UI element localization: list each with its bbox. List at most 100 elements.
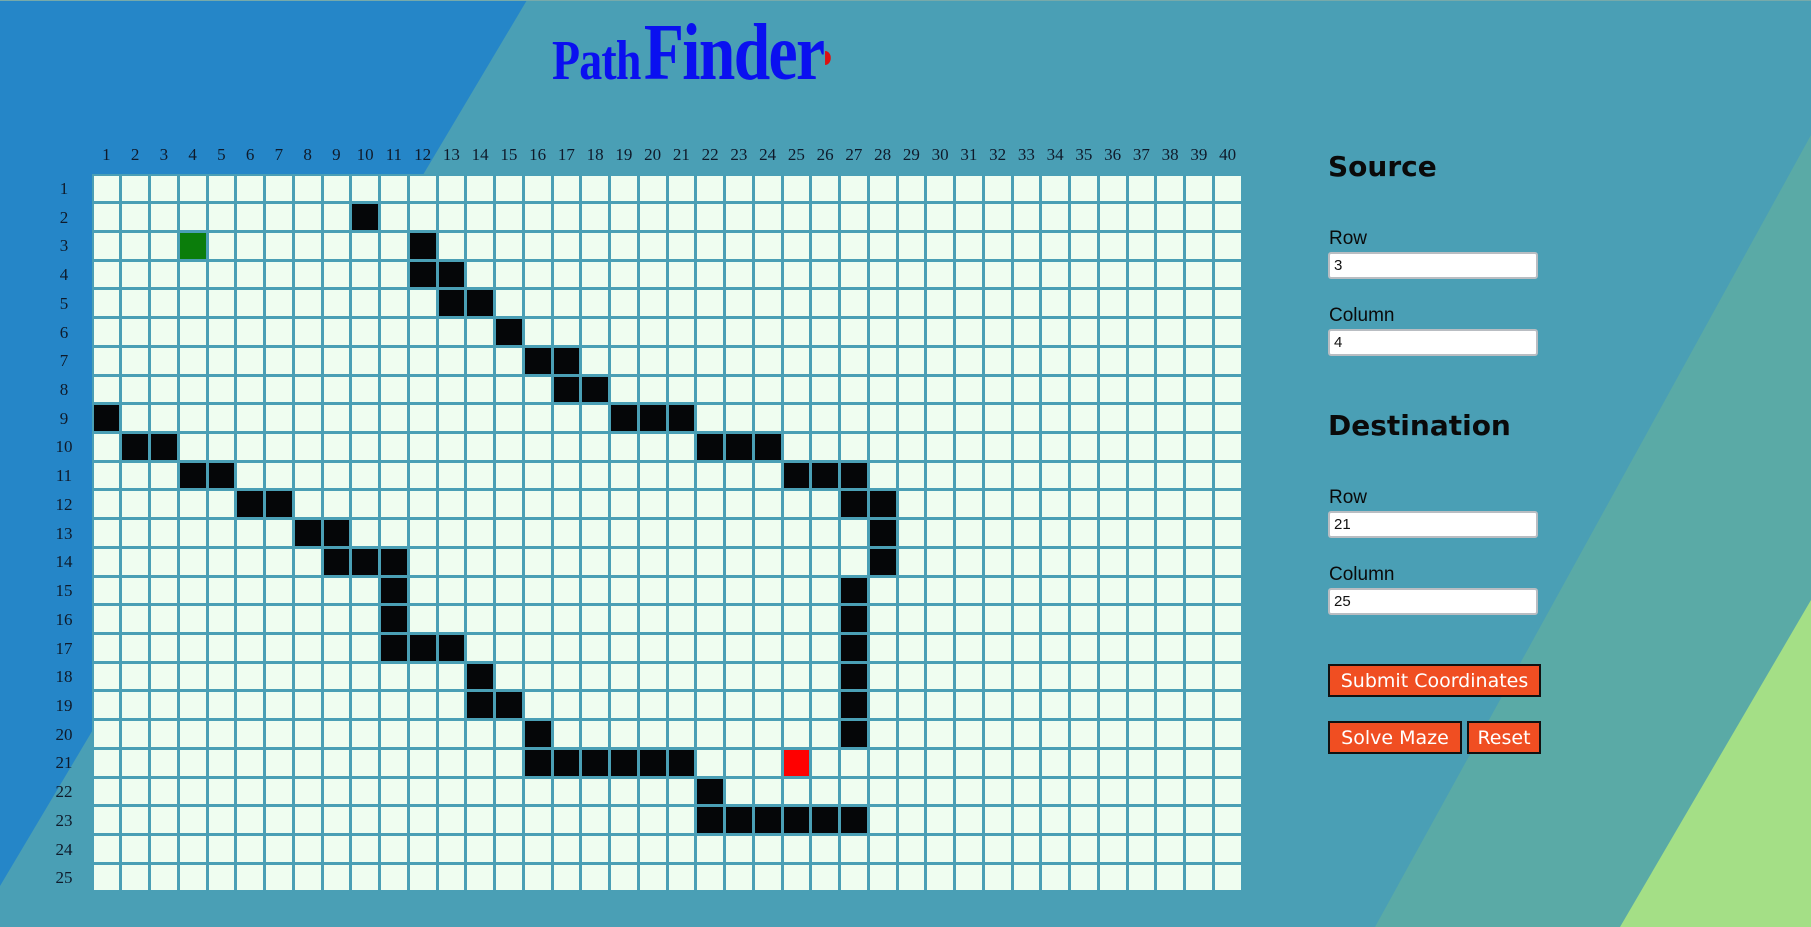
maze-cell[interactable] [496, 347, 522, 374]
maze-cell[interactable] [697, 721, 723, 747]
wall-cell[interactable] [783, 807, 810, 834]
maze-cell[interactable] [1042, 319, 1068, 345]
maze-cell[interactable] [812, 606, 838, 632]
maze-cell[interactable] [1013, 405, 1040, 431]
maze-cell[interactable] [783, 433, 810, 460]
maze-cell[interactable] [122, 462, 148, 489]
maze-cell[interactable] [754, 232, 781, 259]
maze-cell[interactable] [93, 232, 120, 259]
maze-cell[interactable] [956, 864, 982, 891]
maze-cell[interactable] [927, 606, 953, 632]
maze-cell[interactable] [984, 175, 1011, 202]
maze-cell[interactable] [1186, 491, 1212, 518]
maze-cell[interactable] [1128, 433, 1155, 460]
maze-cell[interactable] [841, 433, 867, 460]
maze-cell[interactable] [122, 692, 148, 719]
maze-cell[interactable] [898, 778, 925, 805]
maze-cell[interactable] [467, 548, 493, 575]
maze-cell[interactable] [1042, 462, 1068, 489]
solve-maze-button[interactable]: Solve Maze [1328, 721, 1462, 754]
maze-cell[interactable] [1099, 721, 1126, 747]
maze-cell[interactable] [524, 635, 551, 661]
destination-row-input[interactable] [1328, 511, 1538, 538]
maze-cell[interactable] [927, 376, 953, 403]
maze-cell[interactable] [783, 548, 810, 575]
maze-cell[interactable] [668, 261, 695, 288]
maze-cell[interactable] [697, 290, 723, 317]
wall-cell[interactable] [611, 749, 637, 776]
maze-cell[interactable] [1042, 778, 1068, 805]
maze-cell[interactable] [984, 433, 1011, 460]
maze-cell[interactable] [151, 376, 177, 403]
maze-cell[interactable] [352, 864, 378, 891]
maze-cell[interactable] [1071, 405, 1097, 431]
wall-cell[interactable] [467, 290, 493, 317]
maze-cell[interactable] [582, 175, 608, 202]
maze-cell[interactable] [266, 204, 292, 230]
maze-cell[interactable] [1042, 376, 1068, 403]
maze-cell[interactable] [352, 405, 378, 431]
maze-cell[interactable] [611, 433, 637, 460]
maze-cell[interactable] [409, 692, 436, 719]
maze-cell[interactable] [611, 261, 637, 288]
maze-cell[interactable] [496, 433, 522, 460]
maze-cell[interactable] [122, 261, 148, 288]
maze-cell[interactable] [984, 692, 1011, 719]
maze-cell[interactable] [1128, 232, 1155, 259]
maze-cell[interactable] [237, 721, 263, 747]
maze-cell[interactable] [179, 520, 206, 546]
maze-cell[interactable] [611, 462, 637, 489]
maze-cell[interactable] [381, 807, 407, 834]
maze-cell[interactable] [697, 548, 723, 575]
maze-cell[interactable] [93, 577, 120, 604]
maze-cell[interactable] [1099, 663, 1126, 690]
maze-cell[interactable] [639, 204, 666, 230]
maze-cell[interactable] [323, 462, 350, 489]
maze-cell[interactable] [956, 520, 982, 546]
maze-cell[interactable] [1071, 778, 1097, 805]
maze-cell[interactable] [1013, 692, 1040, 719]
maze-cell[interactable] [956, 836, 982, 862]
maze-cell[interactable] [927, 663, 953, 690]
maze-cell[interactable] [1128, 836, 1155, 862]
maze-cell[interactable] [726, 405, 752, 431]
wall-cell[interactable] [697, 778, 723, 805]
maze-cell[interactable] [927, 405, 953, 431]
maze-cell[interactable] [1186, 261, 1212, 288]
wall-cell[interactable] [381, 635, 407, 661]
wall-cell[interactable] [841, 606, 867, 632]
maze-cell[interactable] [179, 548, 206, 575]
maze-cell[interactable] [266, 462, 292, 489]
maze-cell[interactable] [927, 807, 953, 834]
maze-cell[interactable] [668, 290, 695, 317]
maze-cell[interactable] [697, 232, 723, 259]
maze-cell[interactable] [697, 692, 723, 719]
maze-cell[interactable] [898, 635, 925, 661]
maze-cell[interactable] [208, 175, 235, 202]
maze-cell[interactable] [294, 721, 321, 747]
maze-cell[interactable] [841, 175, 867, 202]
maze-cell[interactable] [553, 721, 580, 747]
wall-cell[interactable] [841, 721, 867, 747]
maze-cell[interactable] [467, 462, 493, 489]
maze-cell[interactable] [266, 520, 292, 546]
maze-cell[interactable] [237, 864, 263, 891]
maze-cell[interactable] [927, 836, 953, 862]
maze-cell[interactable] [956, 376, 982, 403]
maze-cell[interactable] [639, 663, 666, 690]
wall-cell[interactable] [553, 347, 580, 374]
maze-cell[interactable] [582, 606, 608, 632]
maze-cell[interactable] [639, 261, 666, 288]
maze-cell[interactable] [93, 721, 120, 747]
wall-cell[interactable] [869, 491, 896, 518]
maze-cell[interactable] [1157, 290, 1183, 317]
maze-cell[interactable] [208, 204, 235, 230]
maze-cell[interactable] [151, 232, 177, 259]
maze-cell[interactable] [841, 520, 867, 546]
maze-cell[interactable] [93, 778, 120, 805]
maze-cell[interactable] [1013, 290, 1040, 317]
maze-cell[interactable] [1099, 433, 1126, 460]
wall-cell[interactable] [467, 692, 493, 719]
maze-cell[interactable] [812, 721, 838, 747]
maze-cell[interactable] [467, 721, 493, 747]
